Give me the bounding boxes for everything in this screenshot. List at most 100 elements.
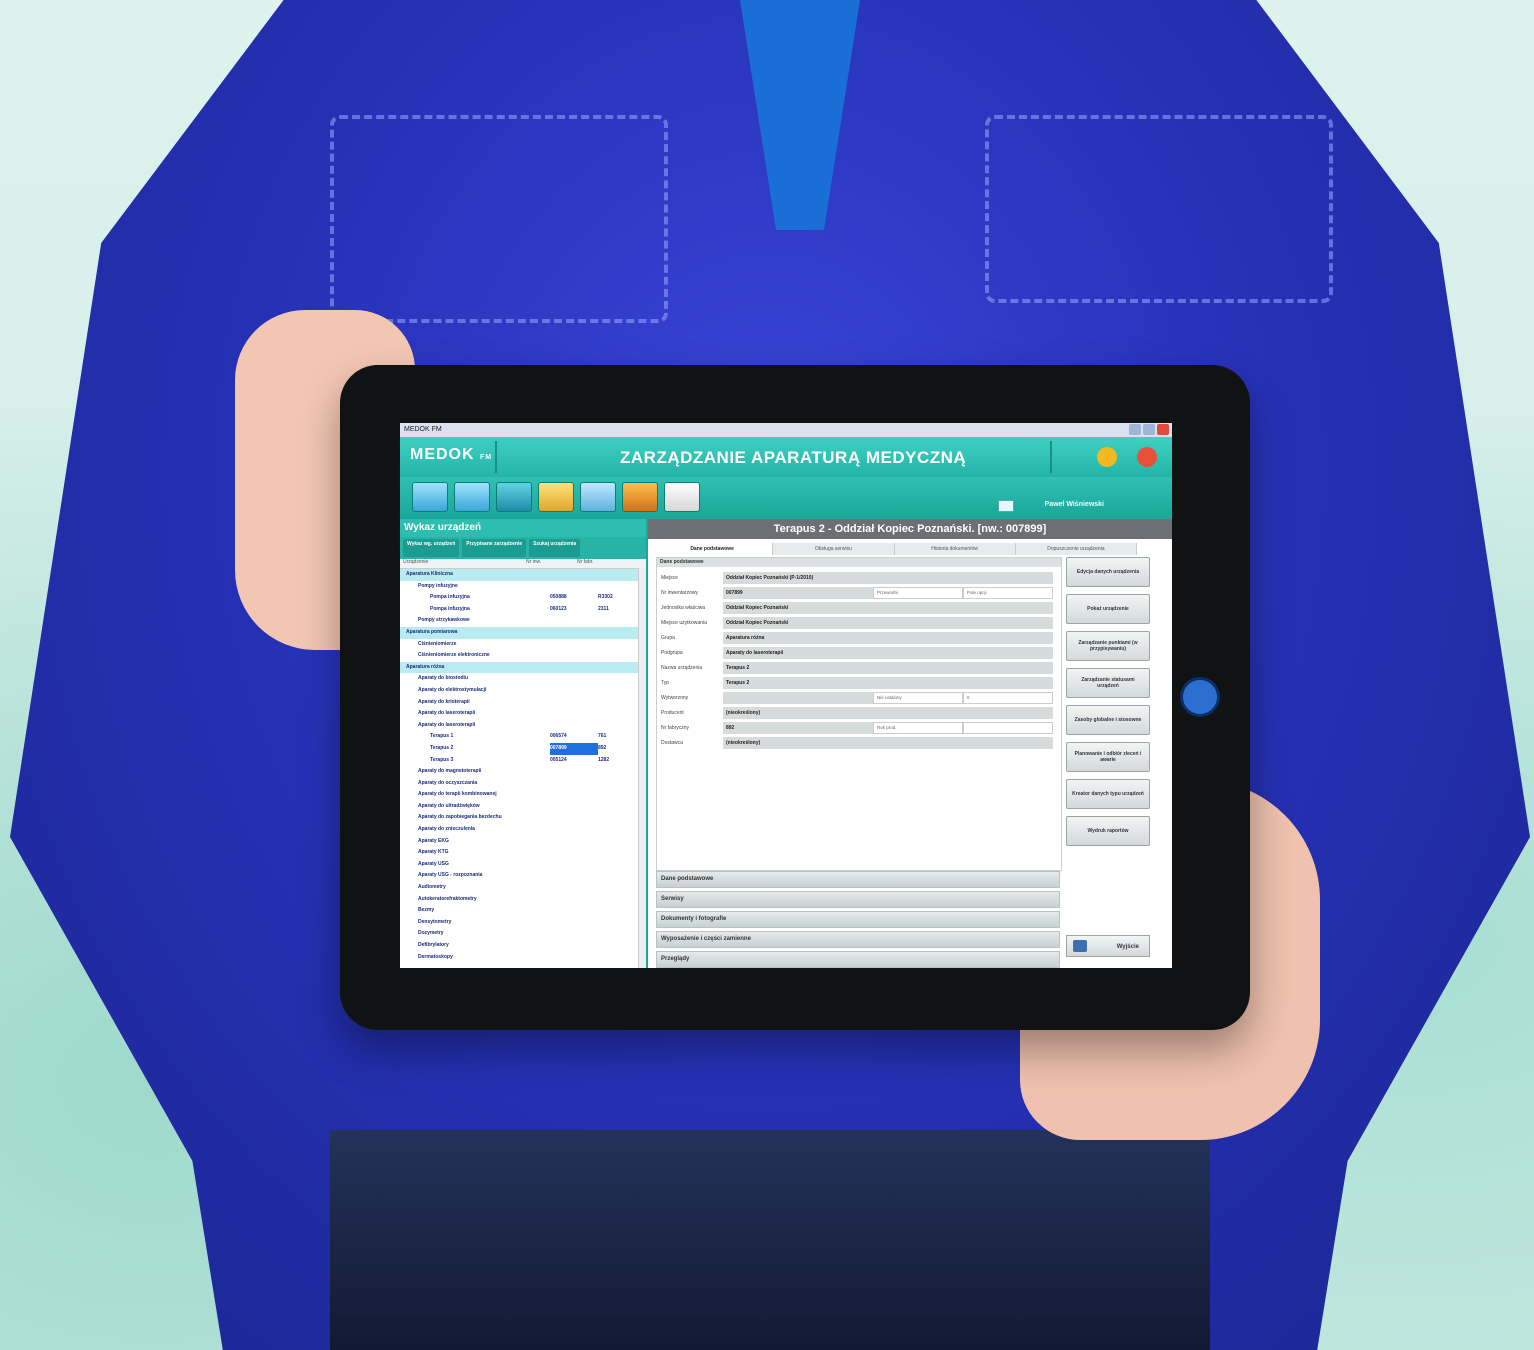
column-header[interactable]: Urządzenie [400, 559, 523, 568]
tree-row[interactable]: Aparatura Kliniczna [400, 569, 646, 581]
calendar-tool-icon[interactable] [580, 482, 616, 512]
tree-row[interactable]: Aparaty do terapii kombinowanej [400, 789, 646, 801]
tree-row[interactable]: Terapus 2 007899 892 [400, 742, 646, 755]
tree-row[interactable]: Autokeratorefraktometry [400, 894, 646, 906]
section-inspections[interactable]: Przeglądy [656, 951, 1060, 968]
field-extra-2[interactable]: Pole opcji [963, 587, 1053, 599]
section-documents[interactable]: Dokumenty i fotografie [656, 911, 1060, 928]
books-tool-icon[interactable] [622, 482, 658, 512]
tree-row-inventory [538, 882, 586, 894]
search-device-button[interactable]: Szukaj urządzenia [529, 539, 581, 557]
power-icon[interactable] [1137, 447, 1157, 467]
tree-row[interactable]: Pompy strzykawkowe [400, 615, 646, 627]
tablet-home-button[interactable] [1180, 677, 1220, 717]
field-value[interactable]: (nieokreślony) [723, 737, 1053, 749]
tree-scrollbar[interactable] [638, 568, 646, 968]
field-value[interactable]: 892 [723, 722, 873, 734]
dictionary-tool-icon[interactable] [664, 482, 700, 512]
section-services[interactable]: Serwisy [656, 891, 1060, 908]
manage-points-button[interactable]: Zarządzanie punktami (w przypisywaniu) [1066, 631, 1150, 661]
tree-row[interactable]: Ciśnieniomierze elektroniczne [400, 650, 646, 662]
column-header[interactable]: Nr fabr. [574, 559, 617, 568]
close-button[interactable] [1157, 424, 1169, 435]
tree-row[interactable]: Aparaty do ultradźwięków [400, 801, 646, 813]
tree-row[interactable]: Aparaty do zapobiegania bezdechu [400, 812, 646, 824]
tree-row[interactable]: Pompa infuzyjna 050888 R3302 [400, 592, 646, 604]
documents-tool-icon[interactable] [454, 482, 490, 512]
tree-row[interactable]: Pompa infuzyjna 060123 2311 [400, 604, 646, 616]
field-value[interactable]: Aparaty do laseroterapii [723, 647, 1053, 659]
tree-row[interactable]: Terapus 1 006574 761 [400, 731, 646, 743]
tree-row[interactable]: Pompy infuzyjne [400, 581, 646, 593]
assigned-management-button[interactable]: Przypisane zarządzenie [462, 539, 527, 557]
field-value[interactable]: Oddział Kopiec Poznański [723, 602, 1053, 614]
field-extra[interactable]: Nie ustalony [873, 692, 963, 704]
tree-row[interactable]: Aparaty do laseroterapii [400, 708, 646, 720]
column-header[interactable]: Nr inw. [523, 559, 574, 568]
field-extra-2[interactable]: 0 [963, 692, 1053, 704]
tree-row[interactable]: Audiometry [400, 882, 646, 894]
exit-button[interactable]: Wyjście [1066, 935, 1150, 957]
tree-row[interactable]: Aparaty do znieczulenia [400, 824, 646, 836]
tree-row[interactable]: Aparaty KTG [400, 847, 646, 859]
tree-row[interactable]: Aparaty USG - rozpoznania [400, 870, 646, 882]
list-by-device-button[interactable]: Wykaz wg. urządzeń [403, 539, 460, 557]
tree-row-inventory [538, 801, 586, 813]
tree-row[interactable]: Aparaty do oczyszczania [400, 778, 646, 790]
report-chart-icon[interactable] [538, 482, 574, 512]
planning-button[interactable]: Planowanie i odbiór zleceń i awarie [1066, 742, 1150, 772]
app-logo: MEDOK FM [410, 446, 492, 464]
field-value[interactable]: 007899 [723, 587, 873, 599]
tools-tool-icon[interactable] [496, 482, 532, 512]
minimize-button[interactable] [1129, 424, 1141, 435]
field-extra-2[interactable] [963, 722, 1053, 734]
tree-row[interactable]: Dozymetry [400, 928, 646, 940]
edit-device-button[interactable]: Edycja danych urządzenia [1066, 557, 1150, 587]
tree-row[interactable]: Aparaty do elektrostymulacji [400, 685, 646, 697]
tree-row[interactable]: Densytometry [400, 917, 646, 929]
window-controls [1129, 424, 1169, 435]
tab-admission[interactable]: Dopuszczenie urządzenia [1016, 543, 1137, 555]
info-icon[interactable] [1097, 447, 1117, 467]
global-resources-button[interactable]: Zasoby globalne i stosowne [1066, 705, 1150, 735]
tree-row[interactable]: Aparaty do magnetoterapii [400, 766, 646, 778]
field-value[interactable]: Terapus 2 [723, 662, 1053, 674]
tree-row-label: Audiometry [418, 884, 446, 891]
section-basic-data[interactable]: Dane podstawowe [656, 871, 1060, 888]
field-value[interactable]: Terapus 2 [723, 677, 1053, 689]
tree-row[interactable]: Dermatoskopy [400, 952, 646, 964]
tree-row[interactable]: Aparaty do krioterapii [400, 697, 646, 709]
tree-row[interactable]: Bezmy [400, 905, 646, 917]
field-extra[interactable]: Rok prod. [873, 722, 963, 734]
field-value[interactable]: Oddział Kopiec Poznański [723, 617, 1053, 629]
tree-row[interactable]: Aparaty do biostodiu [400, 673, 646, 685]
field-value[interactable]: Oddział Kopiec Poznański (P-1/2010) [723, 572, 1053, 584]
tree-row[interactable]: Ciśnieniomierze [400, 639, 646, 651]
tree-row[interactable]: Aparatura różna [400, 661, 646, 674]
show-device-button[interactable]: Pokaż urządzenie [1066, 594, 1150, 624]
tree-row-label: Autokeratorefraktometry [418, 895, 477, 902]
manage-statuses-button[interactable]: Zarządzanie statusami urządzeń [1066, 668, 1150, 698]
tab-basic-data[interactable]: Dane podstawowe [652, 543, 774, 555]
field-extra[interactable]: Przewodni [873, 587, 963, 599]
tab-service[interactable]: Obsługa serwisu [773, 543, 895, 555]
tree-row[interactable]: Aparatura pomiarowa [400, 626, 646, 639]
maximize-button[interactable] [1143, 424, 1155, 435]
tree-row-factory [586, 836, 626, 848]
section-equipment[interactable]: Wyposażenie i części zamienne [656, 931, 1060, 948]
field-value[interactable]: (nieokreślony) [723, 707, 1053, 719]
tree-row[interactable]: Terapus 3 005124 1282 [400, 755, 646, 767]
tree-row-label: Aparatura różna [406, 663, 445, 670]
tree-row[interactable]: Aparaty USG [400, 859, 646, 871]
device-type-wizard-button[interactable]: Kreator danych typu urządzeń [1066, 779, 1150, 809]
tree-row-inventory: 006574 [550, 733, 567, 740]
field-value[interactable]: Aparatura różna [723, 632, 1053, 644]
exit-label: Wyjście [1116, 944, 1139, 950]
field-value[interactable] [723, 692, 873, 704]
tab-document-history[interactable]: Historia dokumentów [895, 543, 1016, 555]
devices-tool-icon[interactable] [412, 482, 448, 512]
print-reports-button[interactable]: Wydruk raportów [1066, 816, 1150, 846]
tree-row[interactable]: Aparaty EKG [400, 836, 646, 848]
tree-row[interactable]: Aparaty do laseroterapii [400, 720, 646, 732]
tree-row[interactable]: Defibrylatory [400, 940, 646, 952]
